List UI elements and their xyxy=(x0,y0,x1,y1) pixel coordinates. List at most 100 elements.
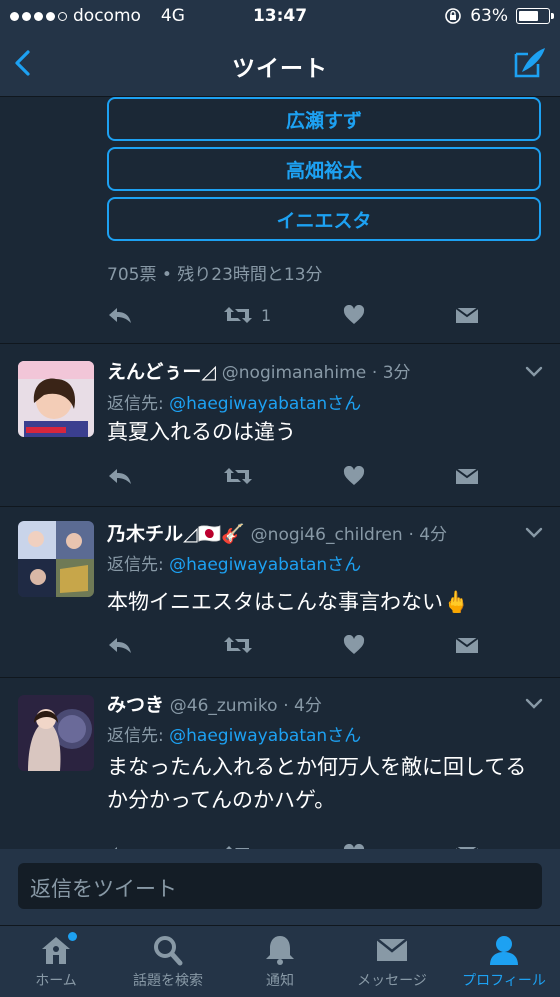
battery-percent: 63% xyxy=(470,6,508,26)
nav-bar: ツイート xyxy=(0,32,560,97)
tab-label: メッセージ xyxy=(357,973,427,989)
tweet-actions xyxy=(107,839,487,849)
tweet-thread: 広瀬すず 高畑裕太 イニエスタ 705票 • 残り23時間と13分 1 えんどぅ… xyxy=(0,97,560,849)
display-name[interactable]: えんどぅー◿ xyxy=(107,361,216,383)
chevron-down-icon[interactable] xyxy=(524,364,544,378)
poll-option-3[interactable]: イニエスタ xyxy=(107,197,541,241)
tab-bar: ホーム 話題を検索 通知 メッセージ プロフィール xyxy=(0,925,560,997)
like-button[interactable] xyxy=(343,630,365,660)
poll-option-label: イニエスタ xyxy=(276,209,372,232)
avatar[interactable] xyxy=(18,695,94,771)
reply-to-mention[interactable]: @haegiwayabatan xyxy=(169,555,327,575)
poll-option-label: 高畑裕太 xyxy=(285,159,362,182)
avatar[interactable] xyxy=(18,361,94,437)
heart-icon xyxy=(343,635,365,654)
tab-label: ホーム xyxy=(35,973,77,989)
search-icon xyxy=(151,934,185,966)
bell-icon xyxy=(263,934,297,966)
retweet-button[interactable] xyxy=(223,630,253,660)
reply-prefix: 返信先: xyxy=(107,726,170,746)
timestamp: · 4分 xyxy=(283,696,322,716)
dm-share-button[interactable] xyxy=(455,300,479,330)
poll-tweet-actions: 1 xyxy=(107,300,487,330)
reply-tweet[interactable]: えんどぅー◿ @nogimanahime · 3分 返信先: @haegiway… xyxy=(0,344,560,506)
retweet-icon xyxy=(224,307,252,323)
display-name[interactable]: 乃木チル◿🇯🇵🎸 xyxy=(107,523,245,545)
retweet-button[interactable]: 1 xyxy=(223,300,271,330)
like-button[interactable] xyxy=(343,461,365,491)
heart-icon xyxy=(343,466,365,485)
reply-suffix: さん xyxy=(327,555,362,575)
reply-button[interactable] xyxy=(107,630,133,660)
battery-icon xyxy=(516,8,554,24)
reply-button[interactable] xyxy=(107,300,133,330)
reply-button[interactable] xyxy=(107,839,133,849)
timestamp: · 4分 xyxy=(408,525,448,545)
tab-profile[interactable]: プロフィール xyxy=(448,932,560,990)
reply-icon xyxy=(109,638,131,653)
reply-suffix: さん xyxy=(327,726,362,746)
poll-option-2[interactable]: 高畑裕太 xyxy=(107,147,541,191)
person-icon xyxy=(487,934,521,966)
retweet-icon xyxy=(224,468,252,484)
reply-input[interactable]: 返信をツイート xyxy=(18,863,542,909)
reply-suffix: さん xyxy=(327,394,362,414)
like-button[interactable] xyxy=(343,300,365,330)
like-button[interactable] xyxy=(343,839,365,849)
envelope-icon xyxy=(375,934,409,966)
reply-to-line: 返信先: @haegiwayabatanさん xyxy=(107,721,361,746)
reply-tweet[interactable]: みつき @46_zumiko · 4分 返信先: @haegiwayabatan… xyxy=(0,678,560,849)
tab-home[interactable]: ホーム xyxy=(0,932,112,990)
dm-share-button[interactable] xyxy=(455,630,479,660)
reply-to-line: 返信先: @haegiwayabatanさん xyxy=(107,389,361,414)
home-icon xyxy=(39,932,77,966)
reply-button[interactable] xyxy=(107,461,133,491)
dm-share-button[interactable] xyxy=(455,461,479,491)
tweet-actions xyxy=(107,461,487,491)
poll-option-label: 広瀬すず xyxy=(285,109,362,132)
status-bar: docomo 4G 13:47 63% xyxy=(0,0,560,32)
poll-meta: 705票 • 残り23時間と13分 xyxy=(107,265,323,285)
tab-search[interactable]: 話題を検索 xyxy=(112,932,224,990)
reply-prefix: 返信先: xyxy=(107,394,170,414)
poll-option-1[interactable]: 広瀬すず xyxy=(107,97,541,141)
avatar[interactable] xyxy=(18,521,94,597)
reply-to-mention[interactable]: @haegiwayabatan xyxy=(169,394,327,414)
tab-notifications[interactable]: 通知 xyxy=(224,932,336,990)
reply-icon xyxy=(109,469,131,484)
retweet-icon xyxy=(224,637,252,653)
tab-messages[interactable]: メッセージ xyxy=(336,932,448,990)
page-title: ツイート xyxy=(232,56,328,82)
display-name[interactable]: みつき xyxy=(107,694,164,716)
handle[interactable]: @nogimanahime xyxy=(222,363,366,383)
notification-dot xyxy=(68,932,77,941)
tweet-header: 乃木チル◿🇯🇵🎸 @nogi46_children · 4分 xyxy=(107,519,447,546)
handle[interactable]: @46_zumiko xyxy=(170,696,278,716)
heart-icon xyxy=(343,305,365,324)
reply-prefix: 返信先: xyxy=(107,555,170,575)
retweet-count: 1 xyxy=(261,305,272,325)
compose-quill-icon[interactable] xyxy=(512,44,548,80)
rotation-lock-icon xyxy=(445,8,462,24)
envelope-icon xyxy=(455,637,479,653)
handle[interactable]: @nogi46_children xyxy=(251,525,403,545)
reply-to-line: 返信先: @haegiwayabatanさん xyxy=(107,550,361,575)
tweet-text: まなったん入れるとか何万人を敵に回してるか分かってんのかハゲ。 xyxy=(107,755,527,812)
tab-label: 話題を検索 xyxy=(133,973,203,989)
chevron-down-icon[interactable] xyxy=(524,525,544,539)
dm-share-button[interactable] xyxy=(455,839,479,849)
chevron-down-icon[interactable] xyxy=(524,696,544,710)
reply-icon xyxy=(109,308,131,323)
envelope-icon xyxy=(455,468,479,484)
retweet-button[interactable] xyxy=(223,461,253,491)
reply-composer-bar: 返信をツイート xyxy=(0,849,560,925)
reply-to-mention[interactable]: @haegiwayabatan xyxy=(169,726,327,746)
tweet-text: 本物イニエスタはこんな事言わない🖕 xyxy=(107,590,470,614)
tweet-header: みつき @46_zumiko · 4分 xyxy=(107,690,322,717)
tweet-actions xyxy=(107,630,487,660)
retweet-button[interactable] xyxy=(223,839,253,849)
tweet-header: えんどぅー◿ @nogimanahime · 3分 xyxy=(107,357,411,384)
status-right: 63% xyxy=(444,6,554,26)
reply-tweet[interactable]: 乃木チル◿🇯🇵🎸 @nogi46_children · 4分 返信先: @hae… xyxy=(0,507,560,677)
tweet-text: 真夏入れるのは違う xyxy=(107,420,296,444)
